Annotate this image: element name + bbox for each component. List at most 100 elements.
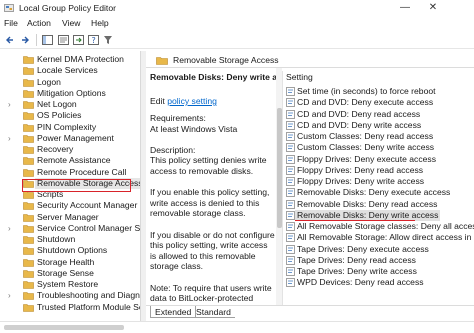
tree-item-label: Recovery bbox=[37, 144, 74, 154]
tree-item-label: Storage Health bbox=[37, 256, 95, 267]
setting-row-set-time-in-seconds-to-force-reboot[interactable]: Set time (in seconds) to force reboot bbox=[282, 86, 474, 97]
tree-item-kernel-dma-protection[interactable]: Kernel DMA Protection bbox=[0, 54, 140, 65]
tree-item-locale-services[interactable]: Locale Services bbox=[0, 65, 140, 76]
description-line: write access is denied to this bbox=[150, 197, 260, 208]
tree-item-service-control-manager-settings[interactable]: › Service Control Manager Settings bbox=[0, 223, 140, 234]
setting-row-cd-and-dvd-deny-read-access[interactable]: CD and DVD: Deny read access bbox=[282, 109, 474, 120]
tree-item-mitigation-options[interactable]: Mitigation Options bbox=[0, 88, 140, 99]
tree-item-shutdown[interactable]: Shutdown bbox=[0, 234, 140, 245]
setting-row-label: WPD Devices: Deny read access bbox=[297, 277, 424, 288]
tree-item-remote-assistance[interactable]: Remote Assistance bbox=[0, 155, 140, 166]
edit-policy-setting-link[interactable]: policy setting bbox=[167, 96, 217, 106]
properties-button[interactable] bbox=[56, 33, 70, 47]
tree-item-os-policies[interactable]: OS Policies bbox=[0, 110, 140, 121]
tree-item-label: Remote Assistance bbox=[37, 155, 111, 166]
chevron-right-icon[interactable]: › bbox=[8, 99, 15, 110]
policy-setting-icon bbox=[286, 278, 295, 288]
setting-row-all-removable-storage-allow-direct-access-in-rem[interactable]: All Removable Storage: Allow direct acce… bbox=[282, 232, 474, 243]
chevron-right-icon[interactable]: › bbox=[8, 290, 15, 301]
tab-standard[interactable]: Standard bbox=[192, 306, 235, 318]
horizontal-scrollbar[interactable] bbox=[0, 321, 474, 333]
setting-row-custom-classes-deny-write-access[interactable]: Custom Classes: Deny write access bbox=[282, 142, 474, 153]
setting-row-tape-drives-deny-execute-access[interactable]: Tape Drives: Deny execute access bbox=[282, 244, 474, 255]
title-bar: Local Group Policy Editor — ✕ bbox=[0, 0, 474, 16]
close-button[interactable]: ✕ bbox=[420, 0, 446, 16]
minimize-button[interactable]: — bbox=[392, 0, 418, 16]
setting-row-floppy-drives-deny-write-access[interactable]: Floppy Drives: Deny write access bbox=[282, 176, 474, 187]
menu-file[interactable]: File bbox=[4, 18, 18, 29]
setting-row-removable-disks-deny-write-access[interactable]: Removable Disks: Deny write access bbox=[282, 209, 474, 222]
forward-button[interactable] bbox=[18, 33, 32, 47]
setting-row-custom-classes-deny-read-access[interactable]: Custom Classes: Deny read access bbox=[282, 131, 474, 142]
setting-row-label: CD and DVD: Deny read access bbox=[297, 108, 421, 119]
folder-icon bbox=[23, 303, 34, 312]
menu-help[interactable]: Help bbox=[91, 18, 109, 29]
folder-icon bbox=[23, 134, 34, 143]
back-arrow-icon bbox=[6, 36, 13, 44]
setting-row-cd-and-dvd-deny-write-access[interactable]: CD and DVD: Deny write access bbox=[282, 120, 474, 131]
setting-row-label: Custom Classes: Deny write access bbox=[297, 142, 435, 153]
window-title: Local Group Policy Editor bbox=[19, 3, 116, 13]
tree-item-system-restore[interactable]: System Restore bbox=[0, 279, 140, 290]
description-line: If you disable or do not configure bbox=[150, 229, 275, 240]
folder-icon bbox=[23, 202, 34, 211]
setting-row-tape-drives-deny-write-access[interactable]: Tape Drives: Deny write access bbox=[282, 266, 474, 277]
tree-item-net-logon[interactable]: › Net Logon bbox=[0, 99, 140, 110]
close-icon: ✕ bbox=[428, 2, 438, 13]
setting-row-removable-disks-deny-execute-access[interactable]: Removable Disks: Deny execute access bbox=[282, 187, 474, 198]
tree-item-recovery[interactable]: Recovery bbox=[0, 144, 140, 155]
tree-item-security-account-manager[interactable]: Security Account Manager bbox=[0, 200, 140, 211]
description-line: At least Windows Vista bbox=[150, 123, 238, 134]
policy-setting-icon bbox=[286, 87, 295, 96]
folder-icon bbox=[156, 57, 168, 65]
back-button[interactable] bbox=[3, 33, 17, 47]
tree-item-label: Troubleshooting and Diagnc bbox=[37, 290, 141, 301]
show-hide-tree-button[interactable] bbox=[40, 33, 54, 47]
tree-item-label: Remote Procedure Call bbox=[37, 166, 127, 177]
horizontal-scrollbar-thumb[interactable] bbox=[4, 325, 124, 330]
setting-row-removable-disks-deny-read-access[interactable]: Removable Disks: Deny read access bbox=[282, 199, 474, 210]
tree-item-server-manager[interactable]: Server Manager bbox=[0, 211, 140, 223]
tree-item-power-management[interactable]: › Power Management bbox=[0, 132, 140, 144]
help-button[interactable]: ? bbox=[86, 33, 100, 47]
folder-icon bbox=[23, 247, 34, 256]
setting-row-label: Floppy Drives: Deny execute access bbox=[297, 153, 436, 164]
policy-setting-icon bbox=[286, 233, 295, 243]
description-line: Description: bbox=[150, 144, 196, 155]
selected-node-outline bbox=[22, 179, 131, 192]
setting-row-cd-and-dvd-deny-execute-access[interactable]: CD and DVD: Deny execute access bbox=[282, 97, 474, 108]
menu-action[interactable]: Action bbox=[27, 18, 51, 29]
setting-row-tape-drives-deny-read-access[interactable]: Tape Drives: Deny read access bbox=[282, 255, 474, 266]
setting-row-label: Removable Disks: Deny write access bbox=[295, 209, 441, 221]
tree-item-pin-complexity[interactable]: PIN Complexity bbox=[0, 122, 140, 133]
tree-item-storage-health[interactable]: Storage Health bbox=[0, 256, 140, 268]
tree-item-label: Net Logon bbox=[37, 99, 77, 109]
setting-row-floppy-drives-deny-execute-access[interactable]: Floppy Drives: Deny execute access bbox=[282, 154, 474, 165]
tree-item-trusted-platform-module-ser[interactable]: Trusted Platform Module Ser bbox=[0, 301, 141, 313]
tree-item-troubleshooting-and-diagnc[interactable]: › Troubleshooting and Diagnc bbox=[0, 290, 141, 301]
tree-item-remote-procedure-call[interactable]: Remote Procedure Call bbox=[0, 166, 140, 178]
setting-column-header[interactable]: Setting bbox=[282, 72, 474, 84]
setting-row-wpd-devices-deny-read-access[interactable]: WPD Devices: Deny read access bbox=[282, 277, 474, 288]
folder-icon bbox=[23, 168, 34, 177]
folder-icon bbox=[23, 112, 34, 121]
setting-row-label: Floppy Drives: Deny write access bbox=[297, 176, 425, 186]
menu-view[interactable]: View bbox=[62, 18, 80, 29]
chevron-right-icon[interactable]: › bbox=[8, 133, 15, 144]
tree-item-logon[interactable]: Logon bbox=[0, 77, 140, 88]
tab-extended[interactable]: Extended bbox=[150, 306, 197, 318]
filter-button[interactable] bbox=[101, 33, 115, 47]
folder-icon bbox=[23, 56, 34, 64]
tree-item-label: Trusted Platform Module Ser bbox=[37, 301, 141, 312]
tree-item-label: Power Management bbox=[37, 132, 114, 143]
policy-setting-icon bbox=[286, 255, 295, 265]
tree-item-storage-sense[interactable]: Storage Sense bbox=[0, 268, 140, 279]
chevron-right-icon[interactable]: › bbox=[8, 223, 15, 234]
tree-item-shutdown-options[interactable]: Shutdown Options bbox=[0, 245, 140, 256]
setting-row-all-removable-storage-classes-deny-all-access[interactable]: All Removable Storage classes: Deny all … bbox=[282, 221, 474, 232]
setting-row-floppy-drives-deny-read-access[interactable]: Floppy Drives: Deny read access bbox=[282, 165, 474, 176]
folder-icon bbox=[23, 146, 34, 154]
export-list-button[interactable] bbox=[71, 33, 85, 47]
tree-item-label: Server Manager bbox=[37, 211, 99, 222]
svg-text:?: ? bbox=[91, 36, 95, 45]
